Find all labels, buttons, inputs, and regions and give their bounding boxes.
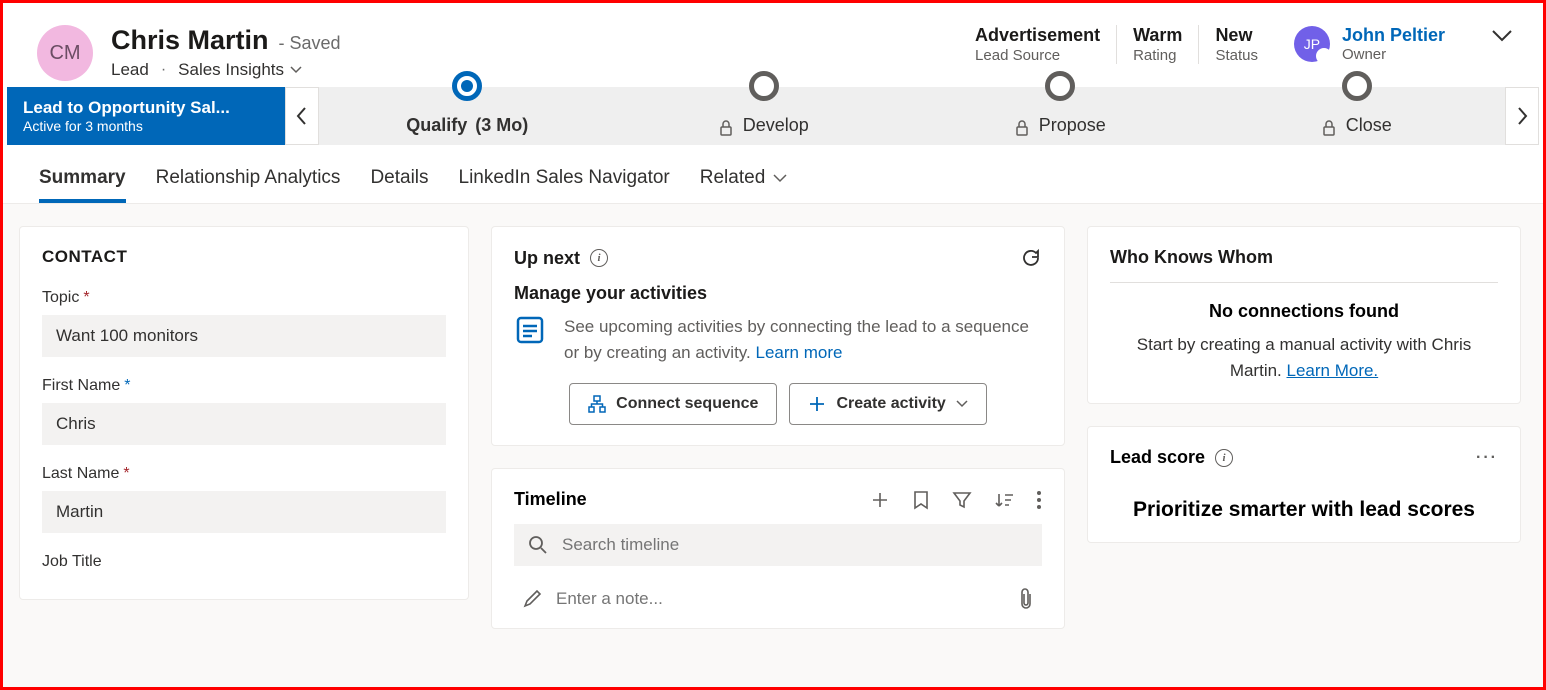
- stage-indicator-icon: [1045, 71, 1075, 101]
- tab-relationship-analytics[interactable]: Relationship Analytics: [156, 161, 341, 203]
- business-process-flow: Lead to Opportunity Sal... Active for 3 …: [7, 87, 1539, 145]
- hierarchy-icon: [588, 395, 606, 413]
- plus-icon: [808, 395, 826, 413]
- plus-icon: [870, 490, 890, 510]
- stage-develop[interactable]: Develop: [616, 87, 913, 145]
- timeline-note-input[interactable]: [556, 589, 777, 609]
- process-next-button[interactable]: [1505, 87, 1539, 145]
- tab-summary[interactable]: Summary: [39, 161, 126, 203]
- manage-activities-text: See upcoming activities by connecting th…: [564, 314, 1042, 365]
- timeline-card: Timeline: [491, 468, 1065, 629]
- chevron-down-icon: [290, 66, 302, 74]
- refresh-icon: [1020, 247, 1042, 269]
- process-info[interactable]: Lead to Opportunity Sal... Active for 3 …: [7, 87, 285, 145]
- sort-icon: [994, 490, 1014, 510]
- wkw-learn-more-link[interactable]: Learn More.: [1287, 361, 1379, 380]
- who-knows-whom-card: Who Knows Whom No connections found Star…: [1087, 226, 1521, 404]
- contact-heading: CONTACT: [42, 247, 446, 267]
- timeline-add-button[interactable]: [870, 490, 890, 510]
- tab-details[interactable]: Details: [370, 161, 428, 203]
- record-avatar: CM: [37, 25, 93, 81]
- create-activity-button[interactable]: Create activity: [789, 383, 986, 425]
- owner-block[interactable]: JP John Peltier Owner: [1274, 25, 1445, 63]
- search-icon: [528, 535, 548, 555]
- connect-sequence-button[interactable]: Connect sequence: [569, 383, 777, 425]
- owner-name: John Peltier: [1342, 25, 1445, 46]
- manage-activities-title: Manage your activities: [514, 283, 1042, 304]
- timeline-sort-button[interactable]: [994, 490, 1014, 510]
- stage-indicator-icon: [452, 71, 482, 101]
- owner-avatar: JP: [1294, 26, 1330, 62]
- record-title: Chris Martin: [111, 25, 269, 56]
- info-icon[interactable]: [590, 249, 608, 267]
- save-status: - Saved: [279, 33, 341, 54]
- required-indicator: *: [83, 289, 89, 307]
- form-selector[interactable]: Sales Insights: [178, 60, 302, 80]
- rating-value: Warm: [1133, 25, 1182, 46]
- header-expand-button[interactable]: [1491, 29, 1513, 43]
- up-next-card: Up next Manage your activities See upcom…: [491, 226, 1065, 446]
- chevron-right-icon: [1516, 106, 1528, 126]
- timeline-bookmark-button[interactable]: [912, 490, 930, 510]
- info-icon[interactable]: [1215, 449, 1233, 467]
- stage-indicator-icon: [1342, 71, 1372, 101]
- status-value: New: [1215, 25, 1258, 46]
- topic-field[interactable]: [42, 315, 446, 357]
- timeline-search[interactable]: [514, 524, 1042, 566]
- required-indicator: *: [123, 465, 129, 483]
- refresh-button[interactable]: [1020, 247, 1042, 269]
- timeline-filter-button[interactable]: [952, 490, 972, 510]
- lead-score-headline: Prioritize smarter with lead scores: [1110, 498, 1498, 522]
- wkw-title: Who Knows Whom: [1110, 247, 1498, 283]
- lock-icon: [1015, 120, 1029, 136]
- header-meta: Advertisement Lead Source Warm Rating Ne…: [959, 25, 1445, 64]
- first-name-field[interactable]: [42, 403, 446, 445]
- wkw-empty-title: No connections found: [1110, 301, 1498, 322]
- stage-qualify[interactable]: Qualify (3 Mo): [319, 87, 616, 145]
- timeline-title: Timeline: [514, 489, 587, 510]
- chevron-down-icon: [773, 174, 787, 183]
- lead-score-card: Lead score ··· Prioritize smarter with l…: [1087, 426, 1521, 543]
- more-vertical-icon: [1036, 490, 1042, 510]
- last-name-field[interactable]: [42, 491, 446, 533]
- lead-score-title: Lead score: [1110, 447, 1205, 468]
- stage-close[interactable]: Close: [1209, 87, 1506, 145]
- lock-icon: [719, 120, 733, 136]
- learn-more-link[interactable]: Learn more: [756, 343, 843, 362]
- form-tabs: Summary Relationship Analytics Details L…: [3, 145, 1543, 204]
- contact-card: CONTACT Topic* First Name* Last Name* Jo…: [19, 226, 469, 600]
- recommended-indicator: *: [124, 377, 130, 395]
- process-prev-button[interactable]: [285, 87, 319, 145]
- paperclip-icon: [1018, 588, 1034, 610]
- chevron-down-icon: [956, 400, 968, 408]
- sequence-icon: [514, 314, 546, 346]
- tab-related[interactable]: Related: [700, 161, 788, 203]
- lock-icon: [1322, 120, 1336, 136]
- up-next-title: Up next: [514, 248, 580, 269]
- stage-indicator-icon: [749, 71, 779, 101]
- chevron-left-icon: [296, 106, 308, 126]
- stage-propose[interactable]: Propose: [912, 87, 1209, 145]
- entity-label: Lead: [111, 60, 149, 80]
- filter-icon: [952, 490, 972, 510]
- attach-button[interactable]: [1018, 588, 1034, 610]
- timeline-search-input[interactable]: [562, 535, 1028, 555]
- pencil-icon: [522, 589, 542, 609]
- timeline-more-button[interactable]: [1036, 490, 1042, 510]
- wkw-empty-text: Start by creating a manual activity with…: [1110, 332, 1498, 383]
- lead-score-more-button[interactable]: ···: [1476, 449, 1498, 467]
- job-title-label: Job Title: [42, 553, 102, 571]
- chevron-down-icon: [1491, 29, 1513, 43]
- tab-linkedin[interactable]: LinkedIn Sales Navigator: [459, 161, 670, 203]
- lead-source-value: Advertisement: [975, 25, 1100, 46]
- bookmark-icon: [912, 490, 930, 510]
